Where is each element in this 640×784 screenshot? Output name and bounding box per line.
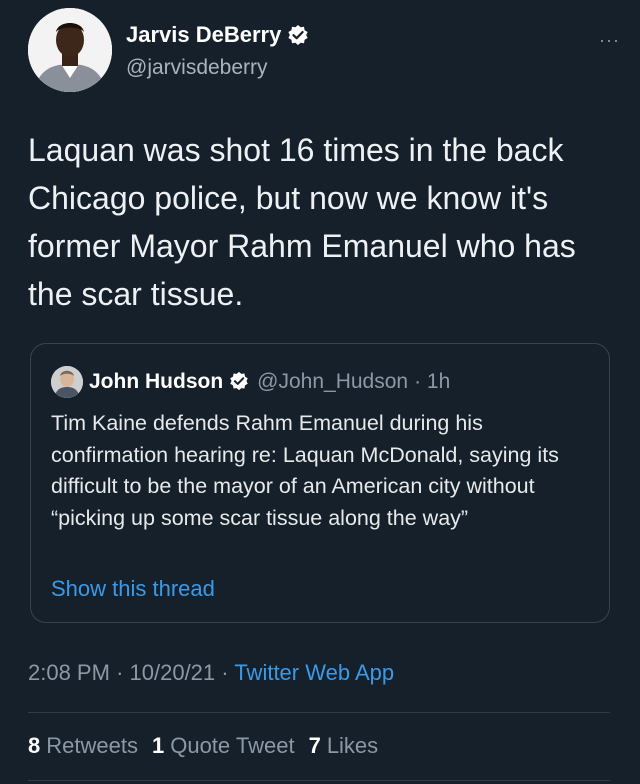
- likes-count: 7: [308, 733, 321, 758]
- quoted-author-name[interactable]: John Hudson: [89, 370, 223, 394]
- quoted-tweet[interactable]: John Hudson @John_Hudson · 1h Tim Kaine …: [30, 343, 610, 623]
- likes-stat[interactable]: 7 Likes: [309, 733, 379, 759]
- person-avatar-icon: [51, 366, 83, 398]
- author-name-row: Jarvis DeBerry: [126, 22, 309, 48]
- retweets-stat[interactable]: 8 Retweets: [28, 733, 138, 759]
- quote-tweets-count: 1: [151, 733, 165, 758]
- divider: [28, 780, 610, 781]
- author-handle[interactable]: @jarvisdeberry: [126, 56, 268, 80]
- quoted-author-avatar[interactable]: [51, 366, 83, 398]
- divider: [28, 712, 610, 713]
- quote-tweets-label: Quote Tweet: [170, 733, 295, 758]
- tweet-source-app[interactable]: Twitter Web App: [234, 660, 394, 685]
- quoted-tweet-time[interactable]: · 1h: [414, 370, 450, 394]
- meta-separator: ·: [221, 660, 229, 685]
- show-thread-link[interactable]: Show this thread: [51, 576, 215, 602]
- author-name[interactable]: Jarvis DeBerry: [126, 22, 281, 48]
- verified-badge-icon: [287, 24, 309, 46]
- verified-badge-icon: [229, 371, 251, 393]
- tweet-text: Laquan was shot 16 times in the back Chi…: [28, 132, 576, 312]
- quoted-author-handle[interactable]: @John_Hudson: [257, 370, 408, 394]
- tweet-time[interactable]: 2:08 PM: [28, 660, 110, 685]
- tweet-stats: 8 Retweets 1 Quote Tweet 7 Likes: [28, 733, 378, 759]
- meta-separator: ·: [116, 660, 124, 685]
- tweet-date[interactable]: 10/20/21: [130, 660, 216, 685]
- person-avatar-icon: [28, 8, 112, 92]
- retweets-count: 8: [28, 733, 41, 758]
- likes-label: Likes: [326, 733, 379, 758]
- tweet-header: Jarvis DeBerry @jarvisdeberry ···: [28, 8, 620, 98]
- more-options-icon[interactable]: ···: [599, 30, 620, 51]
- quote-tweets-stat[interactable]: 1 Quote Tweet: [152, 733, 295, 759]
- tweet-meta: 2:08 PM · 10/20/21 · Twitter Web App: [28, 660, 394, 686]
- author-avatar[interactable]: [28, 8, 112, 92]
- quoted-tweet-text: Tim Kaine defends Rahm Emanuel during hi…: [51, 411, 559, 530]
- retweets-label: Retweets: [46, 733, 138, 758]
- quoted-tweet-header: John Hudson @John_Hudson · 1h: [51, 366, 450, 398]
